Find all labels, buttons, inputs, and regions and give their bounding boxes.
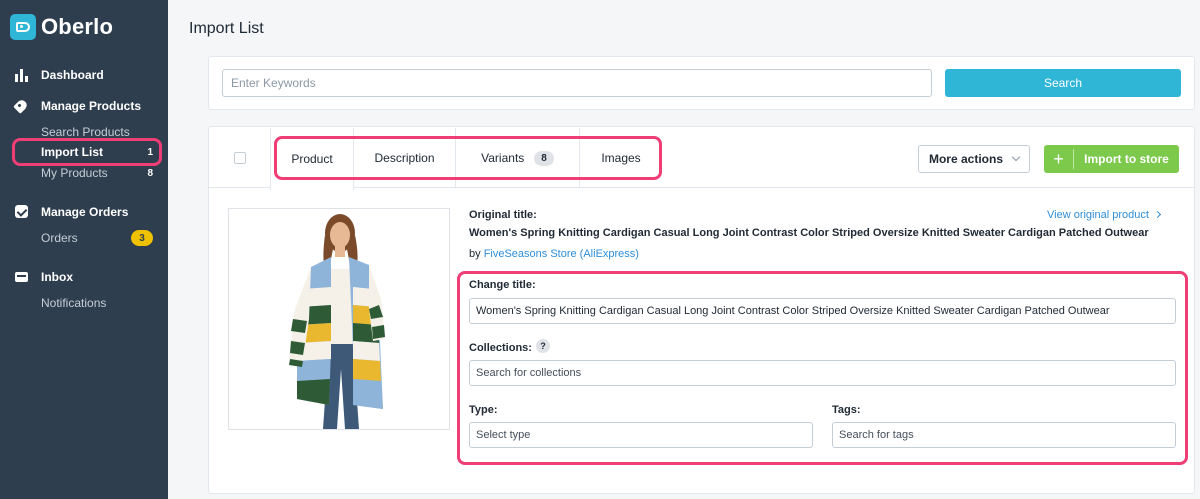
tag-icon [14, 99, 30, 113]
view-original-product-link[interactable]: View original product [1047, 209, 1161, 221]
logo-text: Oberlo [41, 14, 114, 39]
tab-variants-label: Variants [481, 151, 525, 165]
logo-tag-icon [10, 14, 36, 40]
collections-label: Collections: [469, 342, 532, 354]
nav-manage-orders-label: Manage Orders [41, 205, 129, 219]
collections-input[interactable] [469, 360, 1176, 386]
orders-count-badge: 3 [131, 230, 153, 246]
tab-product-label: Product [291, 152, 333, 166]
import-to-store-label: Import to store [1084, 152, 1169, 166]
type-select[interactable] [469, 422, 813, 448]
chevron-down-icon [1011, 152, 1021, 162]
search-input[interactable] [222, 69, 932, 97]
tab-product[interactable]: Product [270, 128, 354, 190]
import-list-count: 1 [147, 146, 153, 158]
view-original-label: View original product [1047, 209, 1149, 221]
nav-inbox[interactable]: Inbox [14, 270, 73, 284]
select-product-checkbox[interactable] [234, 152, 246, 164]
inbox-icon [14, 270, 30, 284]
by-label: by [469, 248, 481, 260]
chevron-right-icon [1153, 210, 1161, 219]
checkbox-icon [14, 205, 30, 219]
my-products-count: 8 [147, 167, 153, 179]
import-to-store-button[interactable]: + Import to store [1044, 145, 1179, 173]
tab-variants[interactable]: Variants 8 [456, 128, 580, 188]
store-line: by FiveSeasons Store (AliExpress) [469, 248, 639, 260]
store-link[interactable]: FiveSeasons Store (AliExpress) [484, 248, 639, 260]
change-title-input[interactable] [469, 298, 1176, 324]
change-title-label: Change title: [469, 279, 536, 291]
tab-images[interactable]: Images [580, 128, 662, 188]
nav-notifications-label: Notifications [41, 296, 107, 310]
nav-my-products[interactable]: My Products 8 [41, 166, 153, 180]
nav-manage-products[interactable]: Manage Products [14, 99, 141, 113]
nav-import-list[interactable]: Import List 1 [41, 145, 153, 159]
page-title: Import List [189, 20, 264, 37]
tags-label: Tags: [832, 404, 861, 416]
more-actions-label: More actions [928, 152, 1003, 166]
cardigan-model-image [229, 209, 449, 429]
nav-search-products-label: Search Products [41, 125, 130, 139]
nav-manage-products-label: Manage Products [41, 99, 142, 113]
sidebar: Oberlo Dashboard Manage Products Search … [0, 0, 168, 499]
plus-icon: + [1044, 149, 1074, 169]
nav-search-products[interactable]: Search Products [41, 125, 153, 139]
nav-import-list-label: Import List [41, 145, 103, 159]
variants-count-badge: 8 [534, 150, 554, 166]
type-label: Type: [469, 404, 498, 416]
nav-inbox-label: Inbox [41, 270, 73, 284]
nav-dashboard[interactable]: Dashboard [14, 68, 104, 82]
more-actions-button[interactable]: More actions [918, 145, 1030, 173]
tab-description[interactable]: Description [354, 128, 456, 188]
dashboard-chart-icon [14, 68, 30, 82]
tab-images-label: Images [601, 151, 641, 165]
tab-description-label: Description [374, 151, 435, 165]
nav-manage-orders[interactable]: Manage Orders [14, 205, 128, 219]
logo[interactable]: Oberlo [10, 14, 113, 40]
tags-input[interactable] [832, 422, 1176, 448]
nav-dashboard-label: Dashboard [41, 68, 104, 82]
nav-my-products-label: My Products [41, 166, 108, 180]
nav-notifications[interactable]: Notifications [41, 296, 153, 310]
help-icon[interactable]: ? [536, 339, 550, 353]
original-title-label: Original title: [469, 209, 537, 221]
original-title: Women's Spring Knitting Cardigan Casual … [469, 227, 1149, 239]
search-button[interactable]: Search [945, 69, 1181, 97]
nav-orders[interactable]: Orders 3 [41, 230, 153, 246]
nav-orders-label: Orders [41, 231, 78, 245]
product-image[interactable] [228, 208, 450, 430]
